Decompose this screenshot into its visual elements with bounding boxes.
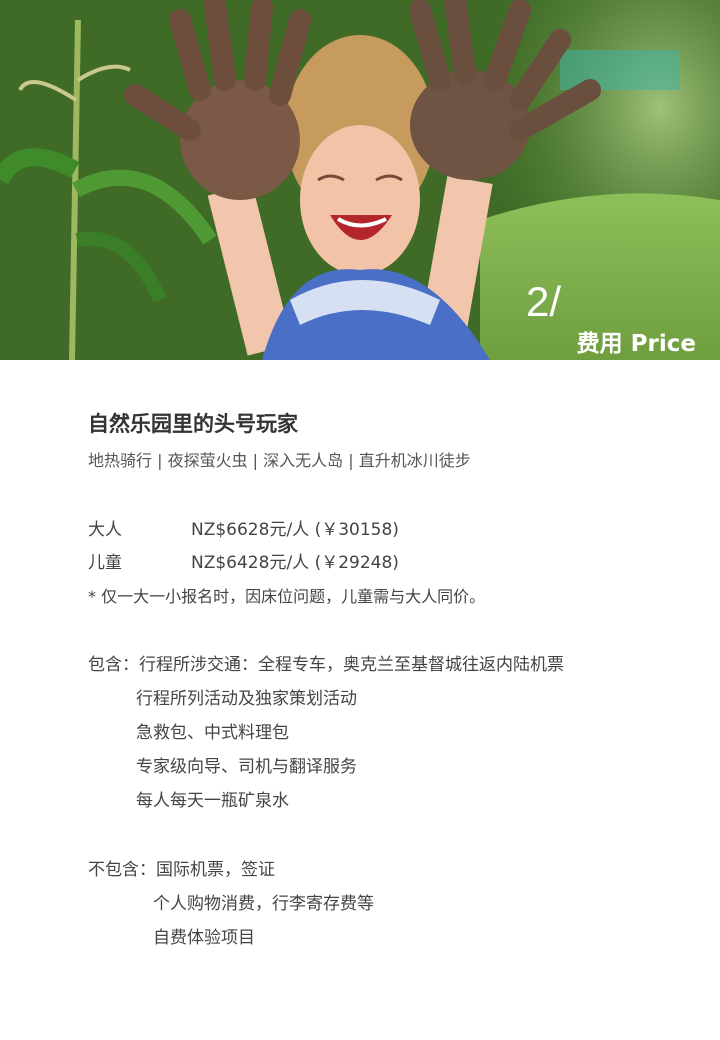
list-item: 行程所列活动及独家策划活动 [136,689,357,709]
price-value: NZ$6428元/人 (￥29248) [191,553,399,573]
price-table: 大人 NZ$6628元/人 (￥30158) 儿童 NZ$6428元/人 (￥292… [88,514,708,613]
section-title: 费用 Price [576,331,696,357]
price-content: 自然乐园里的头号玩家 地热骑行 | 夜探萤火虫 | 深入无人岛 | 直升机冰川徒… [88,408,708,955]
list-item: 包含：行程所涉交通：全程专车，奥克兰至基督城往返内陆机票 [88,648,708,682]
price-row-adult: 大人 NZ$6628元/人 (￥30158) [88,514,708,547]
child-with-muddy-hands-photo [0,0,720,360]
list-item-text: 国际机票，签证 [156,860,275,880]
list-item: 自费体验项目 [153,928,255,948]
includes-label: 包含： [88,655,139,675]
trip-title: 自然乐园里的头号玩家 [88,412,298,436]
trip-highlights: 地热骑行 | 夜探萤火虫 | 深入无人岛 | 直升机冰川徒步 [88,451,471,470]
price-label: 大人 [88,520,122,540]
list-item: 每人每天一瓶矿泉水 [136,791,289,811]
price-value: NZ$6628元/人 (￥30158) [191,520,399,540]
includes-list: 包含：行程所涉交通：全程专车，奥克兰至基督城往返内陆机票 行程所列活动及独家策划… [88,648,708,818]
price-note: * 仅一大一小报名时，因床位问题，儿童需与大人同价。 [88,587,486,606]
section-number: 2/ [526,278,562,325]
list-item: 个人购物消费，行李寄存费等 [153,894,374,914]
hero-photo: 2/ 费用 Price [0,0,720,360]
list-item: 专家级向导、司机与翻译服务 [136,757,357,777]
list-item: 不包含：国际机票，签证 [88,853,708,887]
excludes-list: 不包含：国际机票，签证 个人购物消费，行李寄存费等 自费体验项目 [88,853,708,955]
price-label: 儿童 [88,553,122,573]
price-row-child: 儿童 NZ$6428元/人 (￥29248) [88,547,708,580]
excludes-label: 不包含： [88,860,156,880]
list-item-text: 行程所涉交通：全程专车，奥克兰至基督城往返内陆机票 [139,655,564,675]
list-item: 急救包、中式料理包 [136,723,289,743]
